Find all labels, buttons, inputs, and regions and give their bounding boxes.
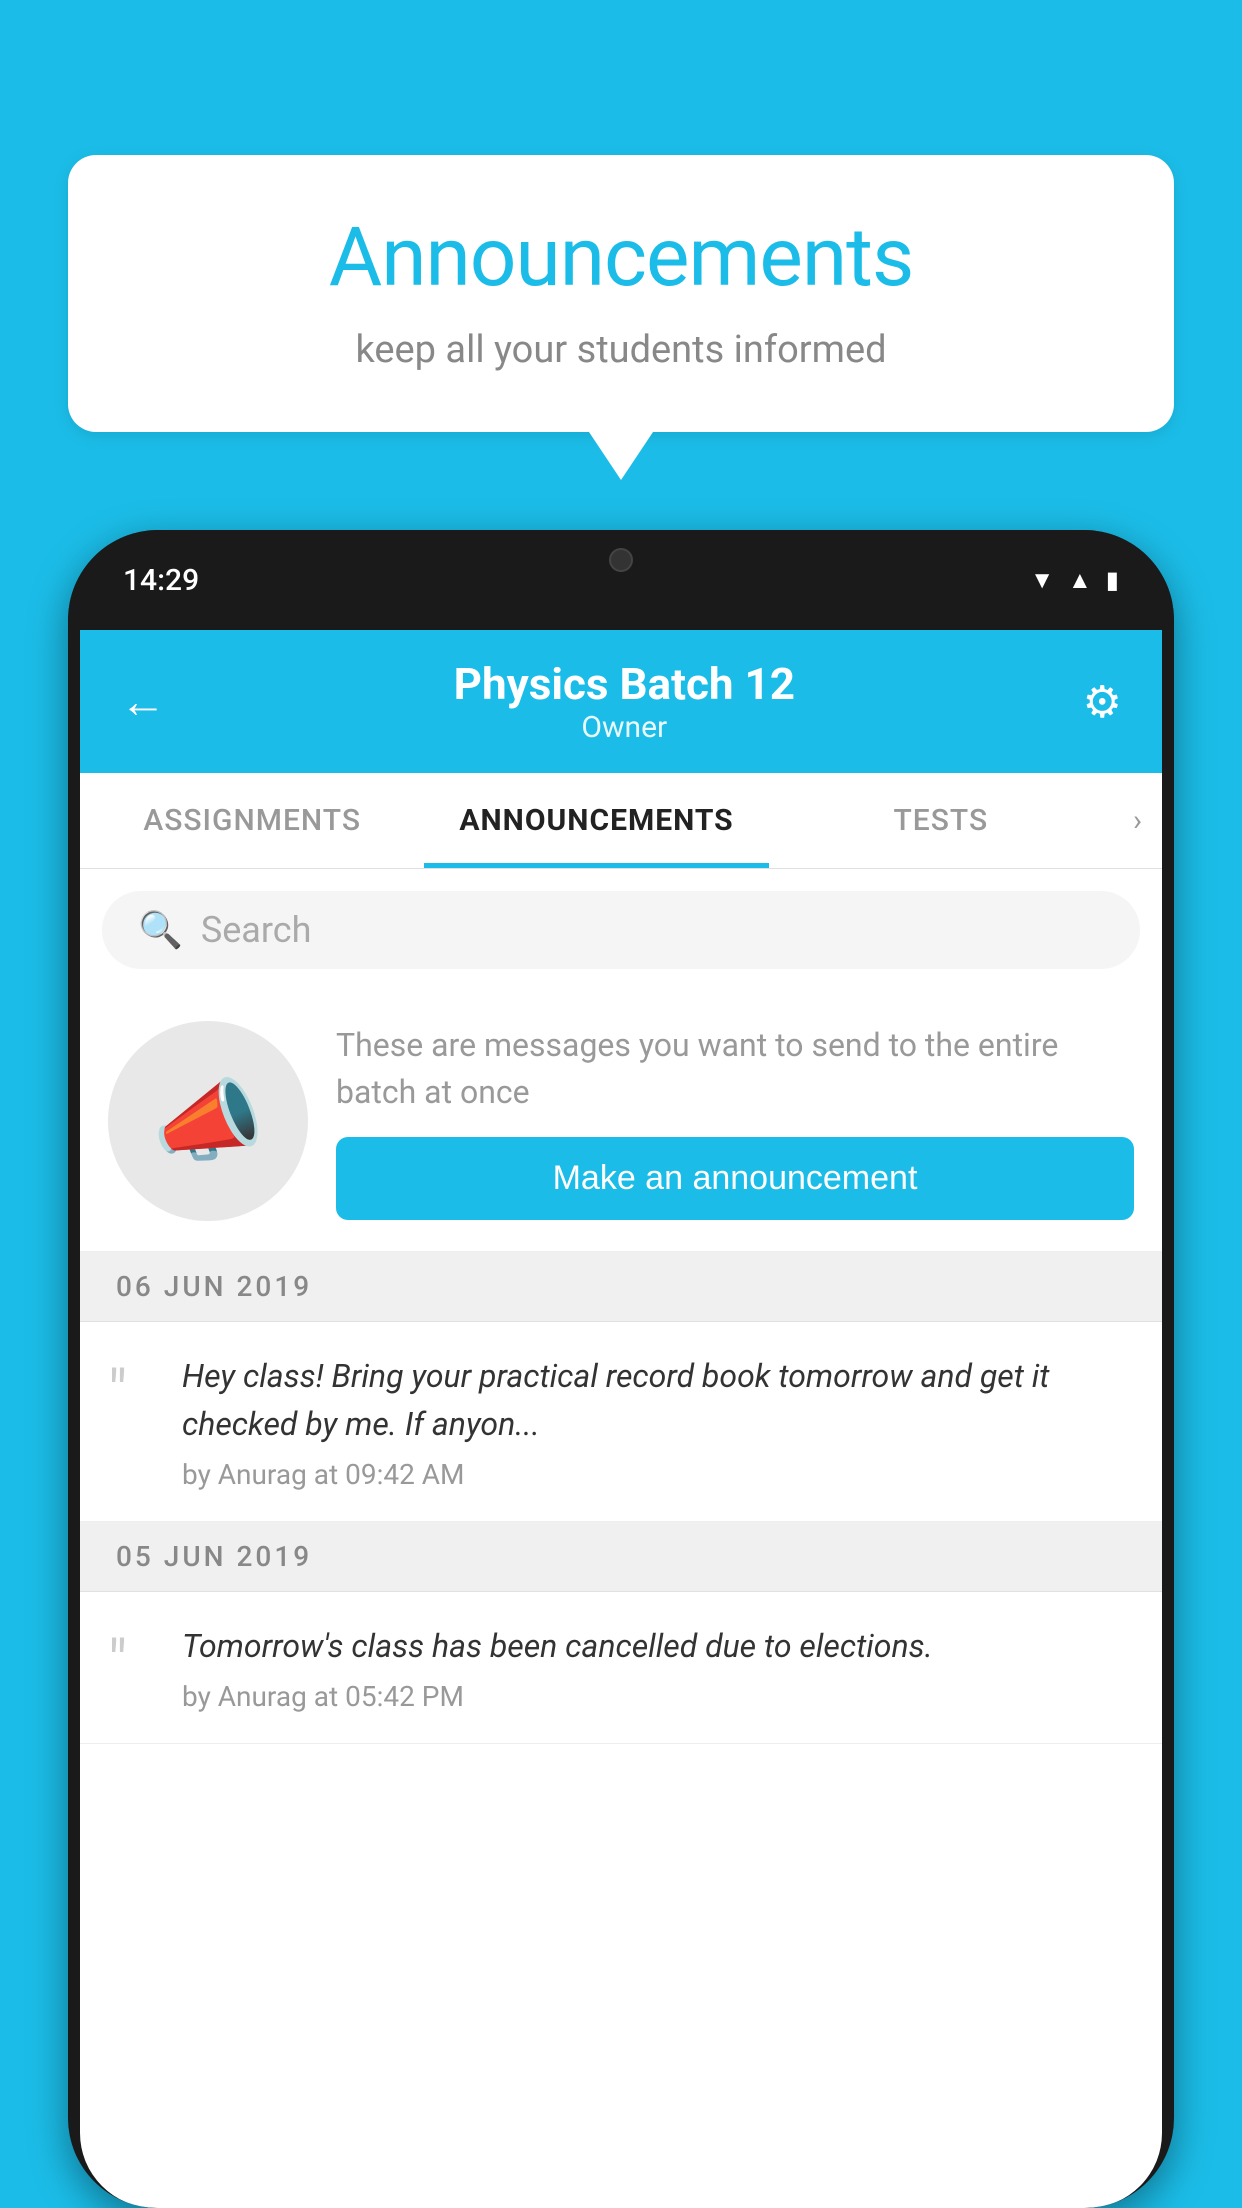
announcement-meta-1: by Anurag at 09:42 AM	[182, 1458, 1134, 1491]
make-announcement-button[interactable]: Make an announcement	[336, 1137, 1134, 1220]
announcement-text-2: Tomorrow's class has been cancelled due …	[182, 1622, 1134, 1670]
megaphone-circle: 📣	[108, 1021, 308, 1221]
speech-bubble-subtitle: keep all your students informed	[128, 328, 1114, 372]
prompt-description: These are messages you want to send to t…	[336, 1022, 1134, 1115]
front-camera	[609, 548, 633, 572]
phone-mockup: 14:29 ▼ ▲ ▮ ← Physics Batch 12 Owner	[68, 530, 1174, 2208]
speech-bubble-title: Announcements	[128, 210, 1114, 306]
announcement-meta-2: by Anurag at 05:42 PM	[182, 1680, 1134, 1713]
announcement-content-2: Tomorrow's class has been cancelled due …	[182, 1622, 1134, 1713]
announcement-prompt: 📣 These are messages you want to send to…	[80, 991, 1162, 1252]
status-bar: 14:29 ▼ ▲ ▮	[68, 530, 1174, 630]
back-button[interactable]: ←	[120, 674, 166, 729]
settings-icon[interactable]: ⚙	[1083, 676, 1122, 728]
app-screen: ← Physics Batch 12 Owner ⚙ ASSIGNMENTS A…	[80, 630, 1162, 2208]
tab-tests[interactable]: TESTS	[769, 773, 1113, 868]
battery-icon: ▮	[1106, 566, 1119, 594]
tab-assignments[interactable]: ASSIGNMENTS	[80, 773, 424, 868]
speech-bubble-container: Announcements keep all your students inf…	[68, 155, 1174, 480]
date-separator-2: 05 JUN 2019	[80, 1522, 1162, 1592]
status-time: 14:29	[123, 563, 621, 598]
speech-bubble-arrow	[589, 432, 653, 480]
batch-role: Owner	[454, 710, 795, 745]
app-header: ← Physics Batch 12 Owner ⚙	[80, 630, 1162, 773]
header-center: Physics Batch 12 Owner	[454, 658, 795, 745]
status-icons: ▼ ▲ ▮	[621, 566, 1119, 595]
search-bar[interactable]: 🔍 Search	[102, 891, 1140, 969]
phone-notch	[561, 530, 681, 590]
prompt-right: These are messages you want to send to t…	[336, 1022, 1134, 1220]
phone-wrapper: 14:29 ▼ ▲ ▮ ← Physics Batch 12 Owner	[68, 530, 1174, 2208]
quote-icon-1: "	[108, 1357, 158, 1428]
search-placeholder: Search	[201, 909, 312, 951]
tab-more[interactable]: ›	[1113, 773, 1162, 868]
signal-icon: ▲	[1068, 566, 1092, 595]
announcement-content-1: Hey class! Bring your practical record b…	[182, 1352, 1134, 1491]
announcement-text-1: Hey class! Bring your practical record b…	[182, 1352, 1134, 1448]
phone-screen: ← Physics Batch 12 Owner ⚙ ASSIGNMENTS A…	[80, 630, 1162, 2208]
tabs-container: ASSIGNMENTS ANNOUNCEMENTS TESTS ›	[80, 773, 1162, 869]
announcement-item-2: " Tomorrow's class has been cancelled du…	[80, 1592, 1162, 1744]
quote-icon-2: "	[108, 1627, 158, 1698]
megaphone-icon: 📣	[152, 1069, 264, 1174]
search-icon: 🔍	[138, 909, 183, 951]
date-separator-1: 06 JUN 2019	[80, 1252, 1162, 1322]
speech-bubble: Announcements keep all your students inf…	[68, 155, 1174, 432]
wifi-icon: ▼	[1030, 566, 1054, 595]
announcement-item-1: " Hey class! Bring your practical record…	[80, 1322, 1162, 1522]
batch-title: Physics Batch 12	[454, 658, 795, 710]
tab-announcements[interactable]: ANNOUNCEMENTS	[424, 773, 768, 868]
